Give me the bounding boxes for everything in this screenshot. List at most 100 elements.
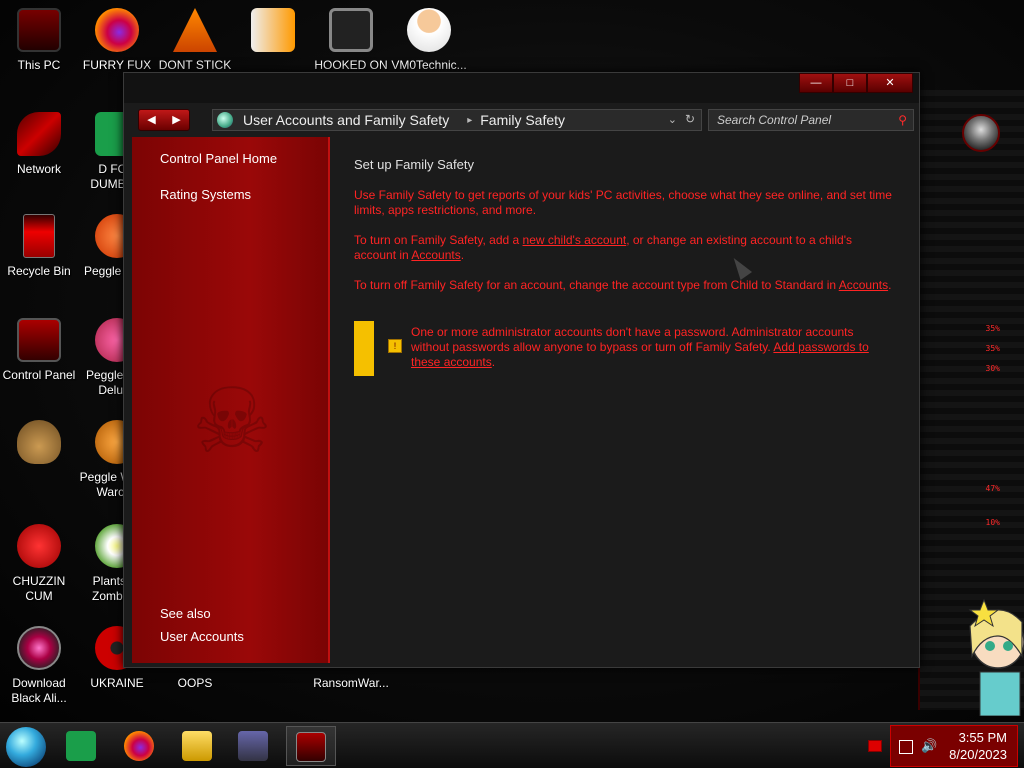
- back-button[interactable]: ◀: [139, 110, 164, 130]
- warning-bar: [354, 321, 374, 376]
- address-dropdown-icon[interactable]: ⌄: [668, 113, 677, 126]
- desktop-icon-recycle-bin[interactable]: Recycle Bin: [0, 214, 78, 279]
- doctor-avatar-icon: [407, 8, 451, 52]
- desktop-icon-label: CHUZZIN CUM: [12, 574, 66, 603]
- nav-buttons: ◀ ▶: [138, 109, 190, 131]
- theme-stat: 10%: [985, 518, 1000, 527]
- notification-flag-icon[interactable]: [868, 740, 882, 752]
- desktop-icon-vm0[interactable]: VM0Technic...: [390, 8, 468, 73]
- desktop-icon-ransomware[interactable]: RansomWar...: [312, 676, 390, 691]
- turn-off-text-end: .: [888, 278, 892, 292]
- theme-stat: 35%: [985, 324, 1000, 333]
- desktop-icon-network[interactable]: Network: [0, 112, 78, 177]
- intro-text: Use Family Safety to get reports of your…: [354, 188, 892, 217]
- desktop-icon-chuzzin[interactable]: CHUZZIN CUM: [0, 524, 78, 604]
- taskbar-app-green[interactable]: [56, 726, 106, 766]
- folder-icon: [182, 731, 212, 761]
- desktop-icon-control-panel[interactable]: Control Panel: [0, 318, 78, 383]
- desktop-icon-money[interactable]: [0, 420, 78, 470]
- alien-logo-icon: [962, 114, 1000, 152]
- family-safety-window: — □ ✕ ◀ ▶ User Accounts and Family Safet…: [123, 72, 920, 668]
- accounts-link[interactable]: Accounts: [411, 248, 460, 262]
- clock-date: 8/20/2023: [949, 747, 1007, 762]
- desktop-icon-black-alien[interactable]: Download Black Ali...: [0, 626, 78, 706]
- system-tray: 🔊 3:55 PM 8/20/2023: [890, 725, 1018, 767]
- clock-time: 3:55 PM: [958, 730, 1007, 745]
- desktop-icon-firefox[interactable]: FURRY FUX: [78, 8, 156, 73]
- desktop-icon-this-pc[interactable]: This PC: [0, 8, 78, 73]
- warning-icon: !: [388, 339, 402, 353]
- skull-watermark-icon: ☠: [191, 372, 273, 472]
- control-panel-icon: [217, 112, 233, 128]
- navigation-bar: ◀ ▶ User Accounts and Family Safety ▸ Fa…: [124, 107, 919, 135]
- breadcrumb-user-accounts[interactable]: User Accounts and Family Safety: [243, 112, 449, 128]
- sidebar-see-also-heading: See also: [160, 606, 211, 621]
- clock[interactable]: 3:55 PM 8/20/2023: [949, 729, 1007, 763]
- refresh-icon[interactable]: ↻: [685, 112, 695, 126]
- breadcrumb-separator-icon[interactable]: ▸: [467, 115, 472, 126]
- sidebar-item-rating-systems[interactable]: Rating Systems: [160, 187, 251, 202]
- accounts-link[interactable]: Accounts: [839, 278, 888, 292]
- taskbar: 🔊 3:55 PM 8/20/2023: [0, 722, 1024, 768]
- recycle-bin-icon: [23, 214, 55, 258]
- theme-stat: 35%: [985, 344, 1000, 353]
- desktop-icon-label: Control Panel: [2, 368, 76, 382]
- desktop-icon-label: OOPS: [177, 676, 213, 690]
- green-chat-icon: [66, 731, 96, 761]
- close-button[interactable]: ✕: [867, 73, 913, 93]
- taskbar-app-explorer[interactable]: [172, 726, 222, 766]
- network-tray-icon[interactable]: [899, 740, 913, 754]
- desktop-icon-label: Download Black Ali...: [11, 676, 67, 705]
- desktop-icon-hxd[interactable]: [234, 8, 312, 58]
- maximize-button[interactable]: □: [833, 73, 867, 93]
- forward-button[interactable]: ▶: [164, 110, 189, 130]
- search-placeholder: Search Control Panel: [717, 113, 832, 127]
- taskbar-app-media[interactable]: [228, 726, 278, 766]
- taskbar-app-firefox[interactable]: [114, 726, 164, 766]
- desktop-icon-label: This PC: [17, 58, 61, 72]
- volume-icon[interactable]: 🔊: [921, 738, 937, 754]
- computer-icon: [17, 8, 61, 52]
- theme-stat: 47%: [985, 484, 1000, 493]
- desktop-icon-oops[interactable]: OOPS: [156, 676, 234, 691]
- desktop-icon-label: VM0Technic...: [391, 58, 467, 72]
- desktop-icon-label: Network: [16, 162, 61, 176]
- window-app-icon: [238, 731, 268, 761]
- desktop-icon-label: RansomWar...: [313, 676, 389, 690]
- sidebar-item-control-panel-home[interactable]: Control Panel Home: [160, 151, 277, 166]
- turn-on-text-start: To turn on Family Safety, add a: [354, 233, 523, 247]
- window-controls: — □ ✕: [799, 73, 913, 93]
- window-titlebar[interactable]: — □ ✕: [124, 73, 919, 103]
- search-icon[interactable]: ⚲: [898, 110, 907, 130]
- minimize-button[interactable]: —: [799, 73, 833, 93]
- breadcrumb-family-safety[interactable]: Family Safety: [480, 112, 565, 128]
- search-input[interactable]: Search Control Panel ⚲: [708, 109, 914, 131]
- desktop-icon-label: UKRAINE: [90, 676, 144, 690]
- turn-on-text: To turn on Family Safety, add a new chil…: [354, 233, 894, 263]
- chuzzle-icon: [17, 524, 61, 568]
- control-panel-icon: [17, 318, 61, 362]
- hxd-icon: [251, 8, 295, 52]
- address-bar[interactable]: User Accounts and Family Safety ▸ Family…: [212, 109, 702, 131]
- turn-off-text-start: To turn off Family Safety for an account…: [354, 278, 839, 292]
- theme-stat: 30%: [985, 364, 1000, 373]
- money-bag-icon: [17, 420, 61, 464]
- sidebar-item-user-accounts[interactable]: User Accounts: [160, 629, 244, 644]
- network-icon: [17, 112, 61, 156]
- start-button[interactable]: [6, 727, 46, 767]
- warning-end: .: [491, 355, 496, 369]
- desktop-icon-label: Recycle Bin: [7, 264, 71, 278]
- taskbar-app-control-panel[interactable]: [286, 726, 336, 766]
- control-panel-icon: [296, 732, 326, 762]
- page-title: Set up Family Safety: [354, 157, 474, 172]
- turn-off-text: To turn off Family Safety for an account…: [354, 278, 894, 293]
- alien-download-icon: [17, 626, 61, 670]
- vlc-cone-icon: [173, 8, 217, 52]
- new-child-account-link[interactable]: new child's account: [523, 233, 627, 247]
- turn-on-text-end: .: [460, 248, 465, 262]
- cartoon-character-icon: [968, 598, 1024, 716]
- desktop-icon-label: FURRY FUX: [82, 58, 152, 72]
- firefox-icon: [124, 731, 154, 761]
- xonix-icon: [329, 8, 373, 52]
- sidebar: Control Panel Home Rating Systems ☠ See …: [132, 137, 330, 663]
